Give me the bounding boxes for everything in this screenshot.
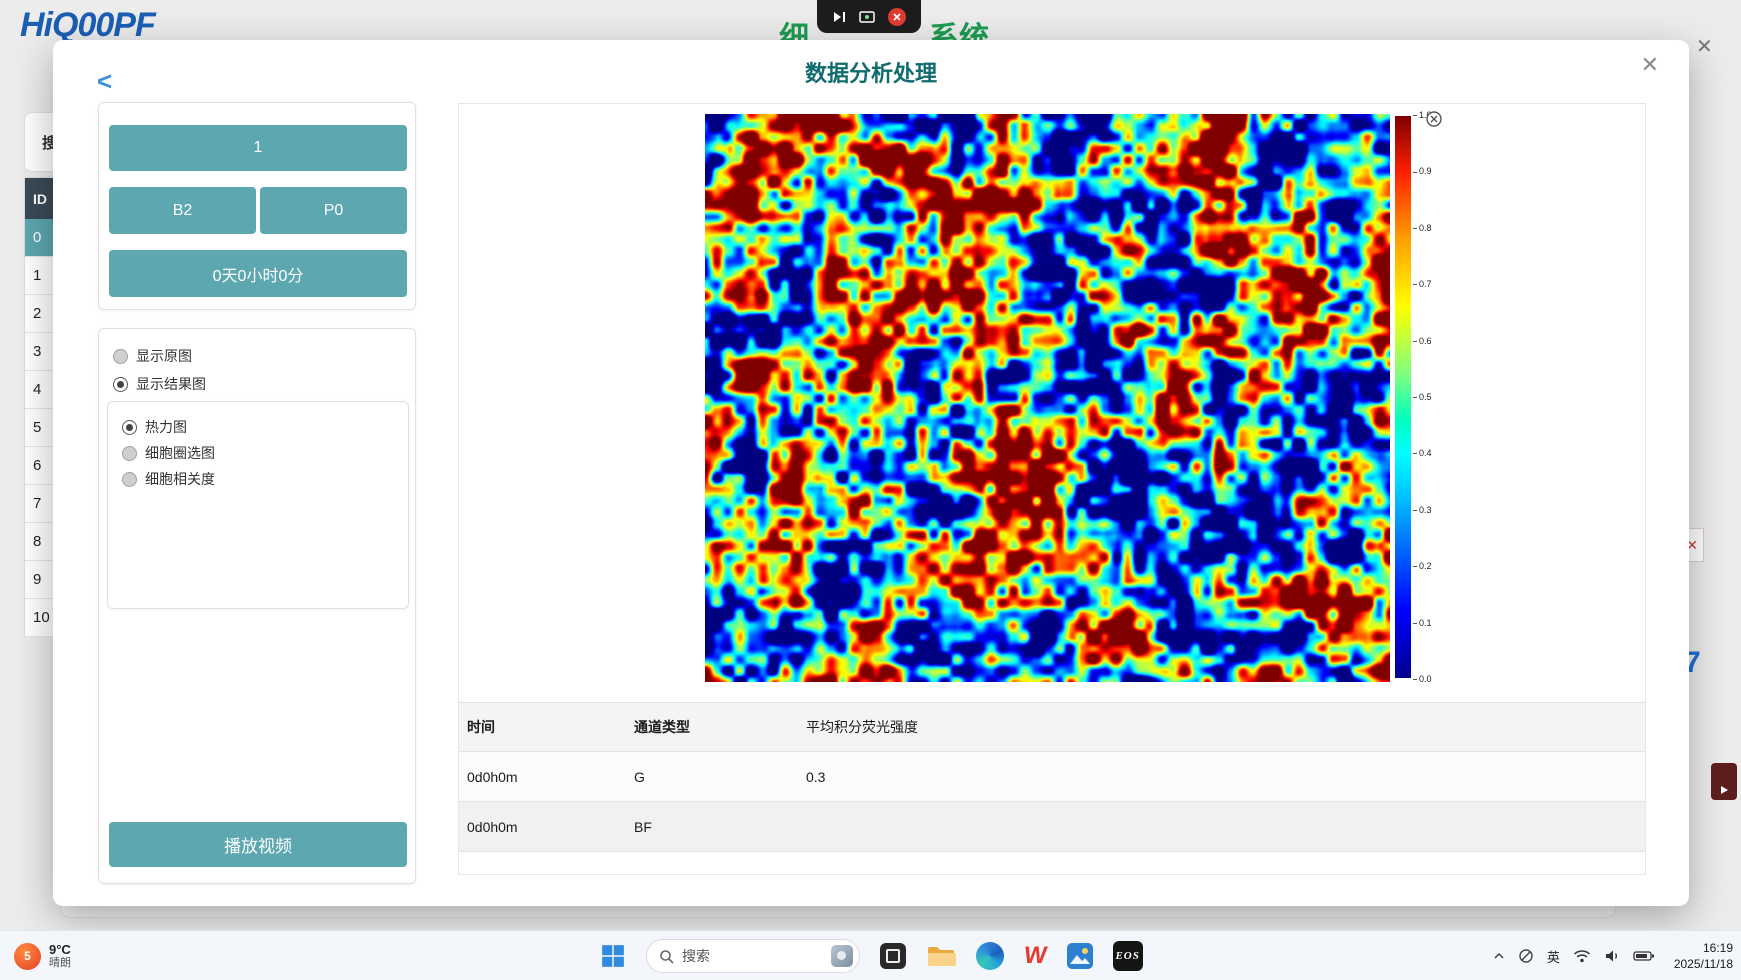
time-button[interactable]: 0天0小时0分 bbox=[109, 250, 407, 297]
floating-widget[interactable] bbox=[1711, 763, 1737, 800]
table-row[interactable]: 0d0h0m BF bbox=[459, 802, 1645, 852]
colorbar-ticks: 1.0 0.9 0.8 0.7 0.6 0.5 0.4 0.3 0.2 0.1 … bbox=[1413, 110, 1432, 684]
present-icon[interactable] bbox=[832, 11, 846, 23]
radio-circle-icon bbox=[113, 349, 128, 364]
system-tray: 英 16:19 2025/11/18 bbox=[1493, 931, 1733, 980]
radio-circle-icon bbox=[122, 420, 137, 435]
search-daily-image-icon bbox=[831, 945, 853, 967]
volume-icon[interactable] bbox=[1604, 949, 1620, 963]
eos-app-icon[interactable]: EOS bbox=[1113, 941, 1143, 971]
radio-circle-icon bbox=[122, 472, 137, 487]
radio-circle-icon bbox=[113, 377, 128, 392]
start-button[interactable] bbox=[600, 943, 626, 969]
tray-date: 2025/11/18 bbox=[1674, 956, 1733, 972]
search-placeholder: 搜索 bbox=[682, 946, 823, 966]
weather-widget[interactable]: 5 9°C 晴朗 bbox=[14, 931, 71, 980]
position-button[interactable]: P0 bbox=[260, 187, 407, 234]
taskbar-center: 搜索 W EOS bbox=[600, 931, 1143, 980]
dialog-close-button[interactable]: ✕ bbox=[1641, 52, 1659, 78]
weather-badge: 5 bbox=[14, 943, 41, 970]
dialog-title: 数据分析处理 bbox=[53, 56, 1689, 88]
radio-circle-icon bbox=[122, 446, 137, 461]
battery-icon[interactable] bbox=[1633, 950, 1655, 962]
capture-toolbar bbox=[817, 0, 921, 33]
col-header-channel: 通道类型 bbox=[626, 717, 798, 737]
results-table: 时间 通道类型 平均积分荧光强度 0d0h0m G 0.3 0d0h0m BF bbox=[459, 702, 1645, 852]
index-button[interactable]: 1 bbox=[109, 125, 407, 171]
result-viewer-panel: 1.0 0.9 0.8 0.7 0.6 0.5 0.4 0.3 0.2 0.1 … bbox=[458, 103, 1646, 875]
stop-capture-button[interactable] bbox=[888, 8, 906, 26]
snipping-tool-icon[interactable] bbox=[880, 943, 906, 969]
edge-browser-icon[interactable] bbox=[976, 942, 1004, 970]
radio-show-original[interactable]: 显示原图 bbox=[113, 345, 192, 367]
radio-heatmap[interactable]: 热力图 bbox=[122, 416, 187, 438]
data-analysis-dialog: < 数据分析处理 ✕ 1 B2 P0 0天0小时0分 显示原图 显示结果图 热力… bbox=[53, 40, 1689, 906]
app-close-button[interactable]: ✕ bbox=[1696, 34, 1713, 59]
cast-screen-icon[interactable] bbox=[859, 11, 875, 23]
radio-cell-correlation[interactable]: 细胞相关度 bbox=[122, 468, 215, 490]
wifi-icon[interactable] bbox=[1573, 949, 1591, 963]
result-type-card: 热力图 细胞圈选图 细胞相关度 bbox=[107, 401, 409, 609]
input-language-indicator[interactable]: 英 bbox=[1547, 947, 1560, 966]
display-options-card: 显示原图 显示结果图 热力图 细胞圈选图 细胞相关度 播放视频 bbox=[98, 328, 416, 884]
col-header-intensity: 平均积分荧光强度 bbox=[798, 717, 1645, 737]
radio-show-result[interactable]: 显示结果图 bbox=[113, 373, 206, 395]
table-row[interactable]: 0d0h0m G 0.3 bbox=[459, 752, 1645, 802]
col-header-time: 时间 bbox=[459, 717, 626, 737]
tray-time: 16:19 bbox=[1674, 940, 1733, 956]
results-table-header: 时间 通道类型 平均积分荧光强度 bbox=[459, 702, 1645, 752]
clock-widget[interactable]: 16:19 2025/11/18 bbox=[1674, 940, 1733, 972]
wps-icon[interactable]: W bbox=[1022, 942, 1049, 970]
file-explorer-icon[interactable] bbox=[926, 944, 956, 968]
selection-card: 1 B2 P0 0天0小时0分 bbox=[98, 102, 416, 310]
weather-condition: 晴朗 bbox=[49, 957, 71, 970]
play-video-button[interactable]: 播放视频 bbox=[109, 822, 407, 867]
chevron-up-icon[interactable] bbox=[1493, 952, 1505, 960]
photos-icon[interactable] bbox=[1067, 943, 1093, 969]
weather-temperature: 9°C bbox=[49, 942, 71, 958]
search-input[interactable]: 搜索 bbox=[646, 939, 860, 973]
colorbar bbox=[1395, 116, 1411, 678]
well-button[interactable]: B2 bbox=[109, 187, 256, 234]
colorbar-close-icon[interactable] bbox=[1425, 110, 1443, 128]
taskbar: 5 9°C 晴朗 搜索 W EOS bbox=[0, 930, 1741, 980]
heatmap-image bbox=[705, 114, 1390, 682]
search-icon bbox=[659, 949, 674, 964]
do-not-disturb-icon[interactable] bbox=[1518, 948, 1534, 964]
radio-cell-outline[interactable]: 细胞圈选图 bbox=[122, 442, 215, 464]
